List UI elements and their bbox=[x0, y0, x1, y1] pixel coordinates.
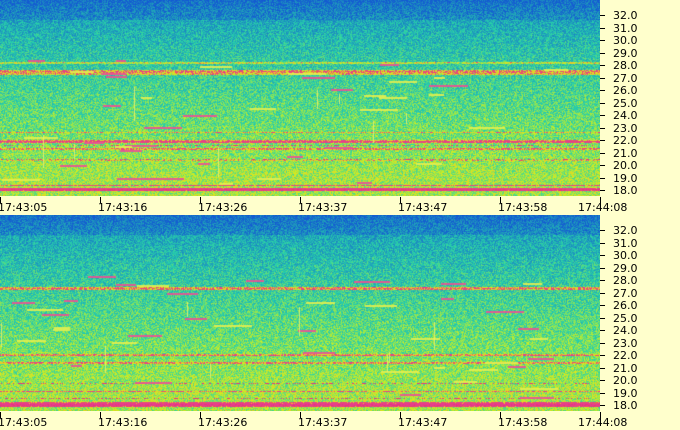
y-tick-mark bbox=[600, 40, 605, 41]
y-tick-text: 28.0 bbox=[613, 59, 638, 72]
y-tick-mark bbox=[600, 392, 605, 394]
x-tick-text: 17:43:05 bbox=[0, 201, 48, 214]
y-tick-mark bbox=[600, 177, 605, 179]
y-tick-mark bbox=[600, 367, 605, 369]
y-tick-text: 32.0 bbox=[613, 9, 638, 22]
y-tick-text: 27.0 bbox=[613, 286, 638, 300]
y-tick-text: 20.0 bbox=[613, 159, 638, 172]
spectrogram-canvas-bottom bbox=[0, 215, 600, 411]
x-tick-text: 17:43:58 bbox=[498, 416, 548, 429]
y-tick-mark bbox=[600, 305, 605, 306]
x-tick-text: 17:44:08 bbox=[578, 416, 628, 429]
y-tick-text: 22.0 bbox=[613, 349, 638, 362]
y-tick-mark bbox=[600, 190, 605, 191]
y-tick-text: 21.0 bbox=[613, 146, 638, 160]
x-tick-text: 17:43:26 bbox=[198, 416, 248, 429]
y-tick-text: 24.0 bbox=[613, 324, 638, 337]
frequency-axis-top bbox=[600, 0, 680, 196]
x-tick-text: 17:43:37 bbox=[298, 201, 348, 214]
y-tick-mark bbox=[600, 115, 605, 116]
waterfall-panel-bottom: 32.0 31.0 30.0 29.0 28.0 27.0 26.0 25.0 24.0 23.0… bbox=[0, 215, 680, 430]
y-tick-text: 24.0 bbox=[613, 109, 638, 122]
y-tick-text: 28.0 bbox=[613, 274, 638, 287]
y-tick-mark bbox=[600, 405, 605, 406]
y-tick-mark bbox=[600, 242, 605, 244]
y-tick-text: 21.0 bbox=[613, 361, 638, 375]
y-tick-mark bbox=[600, 255, 605, 256]
y-tick-mark bbox=[600, 127, 605, 129]
y-tick-text: 19.0 bbox=[613, 386, 638, 400]
y-tick-mark bbox=[600, 330, 605, 331]
y-tick-mark bbox=[600, 292, 605, 294]
y-tick-text: 31.0 bbox=[613, 21, 638, 35]
spectrogram-top[interactable] bbox=[0, 0, 600, 196]
y-tick-text: 25.0 bbox=[613, 96, 638, 110]
y-tick-mark bbox=[600, 52, 605, 54]
y-tick-mark bbox=[600, 280, 605, 281]
y-tick-mark bbox=[600, 152, 605, 154]
y-tick-text: 18.0 bbox=[613, 399, 638, 412]
y-tick-text: 26.0 bbox=[613, 84, 638, 97]
y-tick-mark bbox=[600, 140, 605, 141]
y-tick-mark bbox=[600, 380, 605, 381]
y-tick-text: 30.0 bbox=[613, 34, 638, 47]
y-tick-mark bbox=[600, 317, 605, 319]
y-tick-text: 19.0 bbox=[613, 171, 638, 185]
x-tick-text: 17:43:47 bbox=[398, 416, 448, 429]
y-tick-mark bbox=[600, 90, 605, 91]
x-tick-text: 17:44:08 bbox=[578, 201, 628, 214]
y-tick-text: 27.0 bbox=[613, 71, 638, 85]
x-tick-text: 17:43:26 bbox=[198, 201, 248, 214]
y-tick-mark bbox=[600, 342, 605, 344]
x-tick-text: 17:43:47 bbox=[398, 201, 448, 214]
y-tick-text: 25.0 bbox=[613, 311, 638, 325]
y-tick-mark bbox=[600, 65, 605, 66]
x-tick-text: 17:43:37 bbox=[298, 416, 348, 429]
y-tick-mark bbox=[600, 230, 605, 231]
y-tick-text: 29.0 bbox=[613, 46, 638, 60]
y-tick-text: 22.0 bbox=[613, 134, 638, 147]
y-tick-text: 23.0 bbox=[613, 121, 638, 135]
y-tick-mark bbox=[600, 165, 605, 166]
spectrogram-bottom[interactable] bbox=[0, 215, 600, 411]
y-tick-text: 31.0 bbox=[613, 236, 638, 250]
waterfall-panel-top: 32.0 31.0 30.0 29.0 28.0 27.0 26.0 25.0 24.0 23.0… bbox=[0, 0, 680, 215]
y-tick-mark bbox=[600, 27, 605, 29]
y-tick-text: 23.0 bbox=[613, 336, 638, 350]
x-tick-text: 17:43:05 bbox=[0, 416, 48, 429]
frequency-axis-bottom bbox=[600, 215, 680, 411]
y-tick-mark bbox=[600, 77, 605, 79]
y-tick-mark bbox=[600, 355, 605, 356]
y-tick-text: 18.0 bbox=[613, 184, 638, 197]
spectrogram-canvas-top bbox=[0, 0, 600, 196]
y-tick-text: 32.0 bbox=[613, 224, 638, 237]
y-tick-text: 20.0 bbox=[613, 374, 638, 387]
y-tick-text: 26.0 bbox=[613, 299, 638, 312]
y-tick-text: 29.0 bbox=[613, 261, 638, 275]
x-tick-text: 17:43:16 bbox=[98, 416, 148, 429]
x-tick-text: 17:43:58 bbox=[498, 201, 548, 214]
x-tick-text: 17:43:16 bbox=[98, 201, 148, 214]
y-tick-text: 30.0 bbox=[613, 249, 638, 262]
y-tick-mark bbox=[600, 102, 605, 104]
y-tick-mark bbox=[600, 267, 605, 269]
y-tick-mark bbox=[600, 15, 605, 16]
